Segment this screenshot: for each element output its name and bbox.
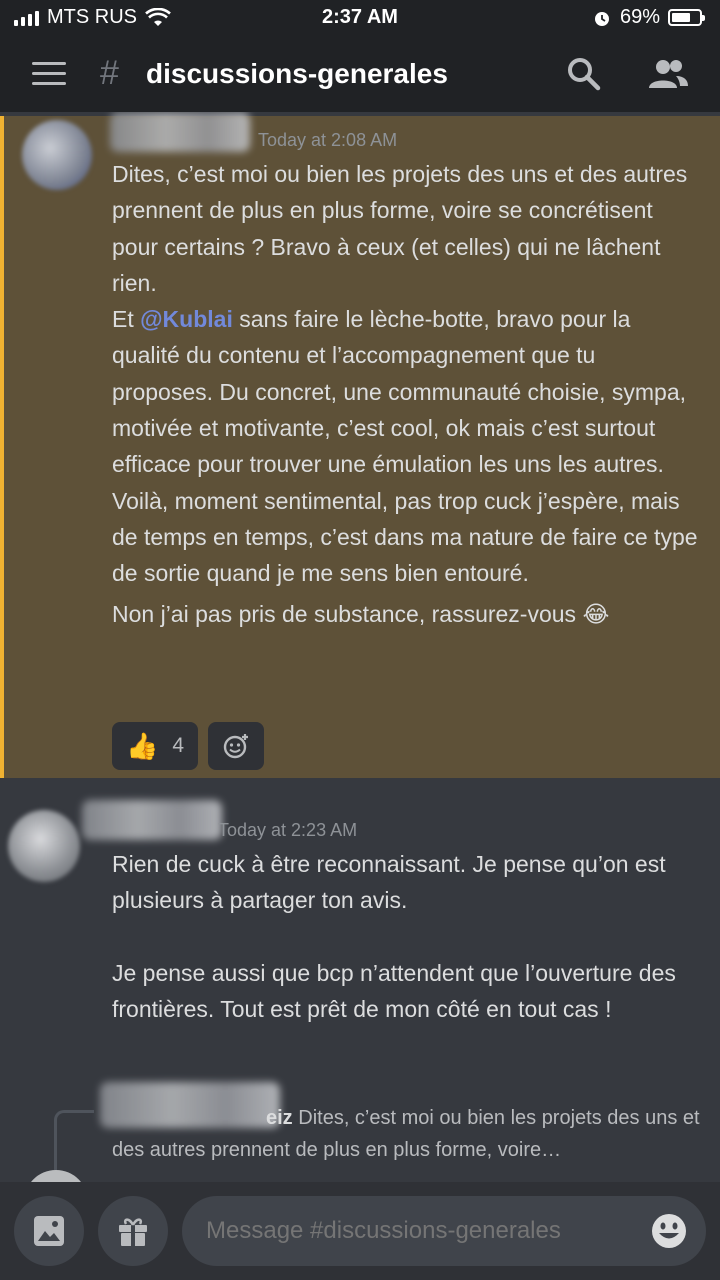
image-icon — [34, 1216, 64, 1246]
hamburger-menu-icon[interactable] — [32, 62, 66, 86]
message-paragraph-mention: Et @Kublai sans faire le lèche-botte, br… — [112, 301, 702, 482]
emoji-icon[interactable] — [650, 1212, 688, 1250]
reply-connector-line — [54, 1110, 94, 1170]
reply-snippet: Dites, c’est moi ou bien les projets des… — [112, 1107, 700, 1161]
avatar[interactable] — [22, 120, 92, 190]
reaction-count: 4 — [172, 734, 185, 757]
message-body: Dites, c’est moi ou bien les projets des… — [112, 156, 702, 632]
message-input[interactable] — [182, 1196, 706, 1266]
thumbs-up-icon: 👍 — [126, 730, 159, 761]
add-reaction-button[interactable] — [208, 722, 265, 770]
message-paragraph-last: Non j’ai pas pris de substance, rassurez… — [112, 600, 610, 627]
channel-header: # discussions-generales — [0, 36, 720, 112]
avatar[interactable] — [24, 1170, 88, 1182]
username-blurred[interactable] — [110, 112, 250, 152]
add-reaction-icon — [223, 734, 249, 759]
composer-bar — [0, 1182, 720, 1280]
battery-percent: 69% — [619, 6, 660, 28]
status-right: 69% — [592, 6, 705, 29]
message-paragraph: Dites, c’est moi ou bien les projets des… — [112, 161, 688, 296]
user-mention[interactable]: @Kublai — [140, 306, 233, 332]
message-list[interactable]: Today at 2:08 AM Dites, c’est moi ou bie… — [0, 112, 720, 1182]
message-timestamp: Today at 2:23 AM — [218, 820, 358, 840]
reaction-thumbs-up[interactable]: 👍 4 — [112, 722, 199, 770]
reply-preview[interactable]: eiz Dites, c’est moi ou bien les projets… — [112, 1102, 702, 1166]
members-icon[interactable] — [646, 56, 690, 92]
gift-icon — [119, 1218, 147, 1246]
alarm-icon — [594, 11, 609, 26]
avatar[interactable] — [8, 810, 80, 882]
message-timestamp: Today at 2:08 AM — [258, 130, 398, 150]
message-paragraph: Rien de cuck à être reconnaissant. Je pe… — [112, 851, 666, 914]
message-paragraph: Voilà, moment sentimental, pas trop cuck… — [112, 487, 698, 587]
message-paragraph: Je pense aussi que bcp n’attendent que l… — [112, 959, 676, 1022]
message-body: Rien de cuck à être reconnaissant. Je pe… — [112, 846, 702, 1027]
channel-hash-icon: # — [100, 54, 119, 92]
mention-prefix: Et — [112, 306, 134, 333]
gift-button[interactable] — [98, 1196, 168, 1266]
reactions-row: 👍 4 — [112, 722, 265, 770]
battery-fill — [672, 13, 690, 22]
reply-author: eiz — [266, 1107, 293, 1129]
channel-title[interactable]: discussions-generales — [146, 58, 448, 90]
search-icon[interactable] — [566, 56, 602, 92]
status-bar: MTS RUS 2:37 AM 69% — [0, 0, 720, 36]
username-blurred[interactable] — [82, 800, 222, 840]
battery-icon — [668, 9, 705, 26]
image-upload-button[interactable] — [14, 1196, 84, 1266]
